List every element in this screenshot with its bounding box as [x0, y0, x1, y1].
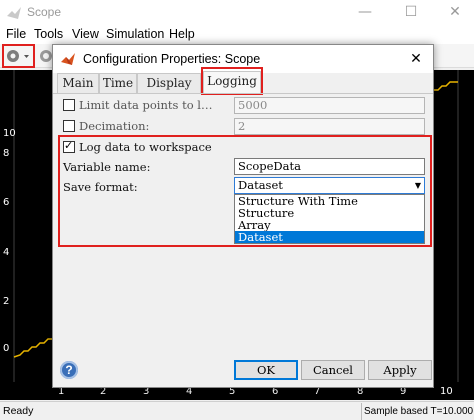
save-format-option-selected[interactable]: Dataset	[235, 231, 424, 243]
status-ready-text: Ready	[3, 405, 34, 417]
ok-button[interactable]: OK	[234, 360, 298, 380]
variable-name-input[interactable]: ScopeData	[234, 158, 425, 175]
help-button[interactable]: ?	[60, 361, 78, 379]
tab-main[interactable]: Main	[57, 73, 99, 93]
tab-logging-highlight	[201, 67, 263, 95]
y-tick-label: 0	[3, 343, 10, 354]
apply-button[interactable]: Apply	[368, 360, 432, 380]
dialog-title: Configuration Properties: Scope	[83, 52, 261, 66]
y-tick-label: 4	[3, 247, 10, 258]
gear-icon	[7, 50, 29, 62]
scope-titlebar: Scope — ☐ ✕	[0, 0, 474, 26]
menubar: File Tools View Simulation Help	[0, 26, 474, 44]
matlab-icon	[61, 53, 75, 65]
scope-trace-left	[13, 338, 52, 358]
minimize-button[interactable]: —	[350, 2, 380, 22]
limit-data-points-checkbox[interactable]	[63, 99, 75, 111]
limit-data-points-label: Limit data points to l…	[79, 98, 213, 112]
decimation-checkbox[interactable]	[63, 120, 75, 132]
statusbar: Ready Sample based T=10.000	[0, 401, 474, 420]
scope-window-title: Scope	[27, 5, 62, 19]
y-tick-label: 2	[3, 296, 10, 307]
decimation-field[interactable]: 2	[234, 118, 425, 135]
configuration-properties-dialog: Configuration Properties: Scope ✕ Main T…	[52, 44, 434, 388]
maximize-button[interactable]: ☐	[396, 2, 426, 22]
y-tick-label: 8	[3, 148, 10, 159]
menu-view[interactable]: View	[72, 27, 99, 41]
dialog-close-button[interactable]: ✕	[403, 49, 429, 69]
menu-file[interactable]: File	[6, 27, 26, 41]
save-format-select[interactable]: Dataset ▼	[234, 177, 425, 194]
decimation-label: Decimation:	[79, 119, 150, 133]
tab-time[interactable]: Time	[99, 73, 137, 93]
menu-simulation[interactable]: Simulation	[106, 27, 164, 41]
y-tick-label: 6	[3, 197, 10, 208]
matlab-icon	[7, 7, 21, 19]
y-tick-label: 10	[3, 128, 16, 139]
variable-name-label: Variable name:	[63, 160, 151, 174]
save-format-selected-value: Dataset	[238, 178, 283, 192]
cancel-button[interactable]: Cancel	[301, 360, 365, 380]
save-format-label: Save format:	[63, 180, 138, 194]
chevron-down-icon: ▼	[414, 181, 421, 190]
menu-tools[interactable]: Tools	[34, 27, 63, 41]
limit-data-points-field[interactable]: 5000	[234, 97, 425, 114]
scope-trace-right	[434, 81, 458, 91]
menu-help[interactable]: Help	[169, 27, 195, 41]
save-format-dropdown-list: Structure With Time Structure Array Data…	[234, 194, 425, 244]
tab-display[interactable]: Display	[137, 73, 201, 93]
log-to-workspace-label: Log data to workspace	[79, 140, 212, 154]
status-sample-text: Sample based T=10.000	[361, 403, 474, 420]
configuration-button[interactable]	[2, 44, 35, 68]
log-to-workspace-checkbox[interactable]	[63, 139, 75, 153]
x-tick-label: 10	[440, 386, 453, 397]
close-button[interactable]: ✕	[440, 2, 470, 22]
